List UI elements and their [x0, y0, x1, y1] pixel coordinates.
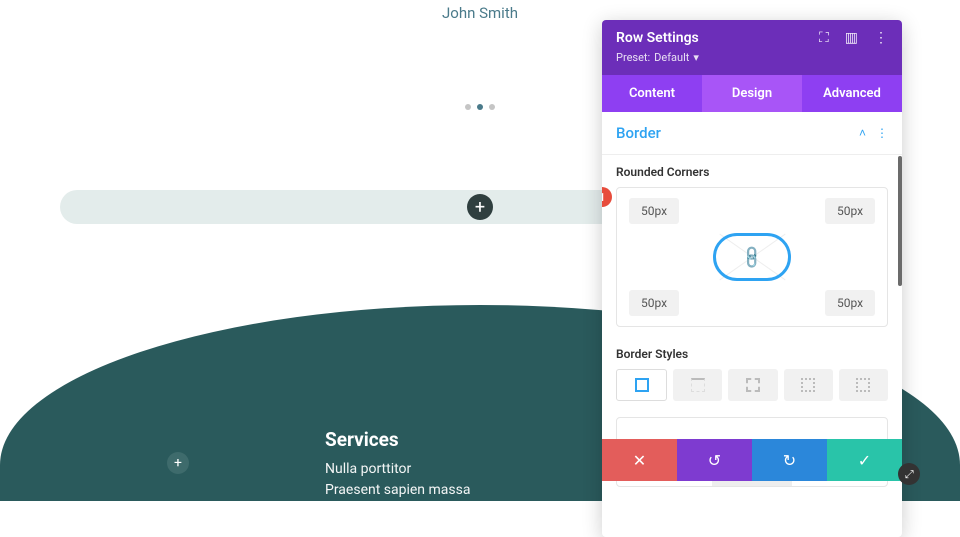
- chevron-down-icon: ▾: [693, 51, 699, 64]
- panel-title: Row Settings: [616, 30, 699, 46]
- accordion-title: Border: [616, 124, 661, 142]
- cancel-button[interactable]: ✕: [602, 439, 677, 481]
- panel-tabs: Content Design Advanced: [602, 75, 902, 112]
- add-row-button[interactable]: +: [467, 194, 493, 220]
- panel-header: Row Settings ⛶ ▥ ⋮ Preset: Default ▾: [602, 20, 902, 75]
- resize-handle[interactable]: ⤡: [898, 463, 920, 485]
- corner-tl-input[interactable]: 50px: [629, 198, 679, 224]
- preset-label: Preset:: [616, 51, 650, 64]
- dot[interactable]: [465, 104, 471, 110]
- panel-footer: ✕ ↺ ↻ ✓: [602, 439, 902, 481]
- rounded-corners-label: Rounded Corners: [616, 165, 888, 179]
- services-heading: Services: [325, 428, 470, 451]
- undo-button[interactable]: ↺: [677, 439, 752, 481]
- tab-content[interactable]: Content: [602, 75, 702, 112]
- corner-tr-input[interactable]: 50px: [825, 198, 875, 224]
- author-name: John Smith: [442, 4, 518, 22]
- link-corners-icon[interactable]: 🔗: [738, 243, 766, 271]
- save-button[interactable]: ✓: [827, 439, 902, 481]
- check-icon: ✓: [858, 451, 871, 470]
- border-styles-section: Border Styles: [602, 343, 902, 417]
- rounded-corners-section: 1 Rounded Corners 50px 50px 50px 50px 🔗: [602, 155, 902, 343]
- dot-active[interactable]: [477, 104, 483, 110]
- border-style-bottom[interactable]: [784, 369, 833, 401]
- slider-pagination[interactable]: [465, 104, 495, 110]
- corner-preview-shape: 🔗: [713, 233, 791, 281]
- tab-design[interactable]: Design: [702, 75, 802, 112]
- callout-badge-1: 1: [602, 187, 612, 207]
- page-canvas: John Smith + + Services Nulla porttitor …: [0, 0, 960, 501]
- services-line: Nulla porttitor: [325, 461, 470, 477]
- kebab-icon[interactable]: ⋮: [876, 126, 888, 140]
- plus-icon: +: [475, 197, 485, 218]
- collapse-icon[interactable]: ˄: [859, 126, 866, 140]
- corner-br-input[interactable]: 50px: [825, 290, 875, 316]
- close-icon: ✕: [633, 451, 646, 470]
- redo-button[interactable]: ↻: [752, 439, 827, 481]
- columns-icon[interactable]: ▥: [845, 30, 858, 46]
- resize-icon: ⤡: [902, 470, 916, 479]
- expand-icon[interactable]: ⛶: [819, 30, 829, 46]
- rounded-corners-editor: 50px 50px 50px 50px 🔗: [616, 187, 888, 327]
- border-style-left[interactable]: [839, 369, 888, 401]
- services-block: Services Nulla porttitor Praesent sapien…: [325, 428, 470, 503]
- panel-scrollbar[interactable]: [898, 156, 902, 286]
- add-section-button[interactable]: +: [167, 452, 189, 474]
- kebab-icon[interactable]: ⋮: [874, 30, 888, 46]
- border-style-all[interactable]: [616, 369, 667, 401]
- preset-selector[interactable]: Preset: Default ▾: [616, 51, 699, 64]
- undo-icon: ↺: [708, 451, 721, 470]
- border-style-right[interactable]: [728, 369, 777, 401]
- corner-bl-input[interactable]: 50px: [629, 290, 679, 316]
- accordion-border[interactable]: Border ˄ ⋮: [602, 112, 902, 155]
- redo-icon: ↻: [783, 451, 796, 470]
- plus-icon: +: [174, 455, 182, 471]
- border-styles-row: [616, 369, 888, 401]
- border-style-top[interactable]: [673, 369, 722, 401]
- preset-value: Default: [654, 51, 689, 64]
- dot[interactable]: [489, 104, 495, 110]
- services-line: Praesent sapien massa: [325, 482, 470, 498]
- border-styles-label: Border Styles: [616, 347, 888, 361]
- tab-advanced[interactable]: Advanced: [802, 75, 902, 112]
